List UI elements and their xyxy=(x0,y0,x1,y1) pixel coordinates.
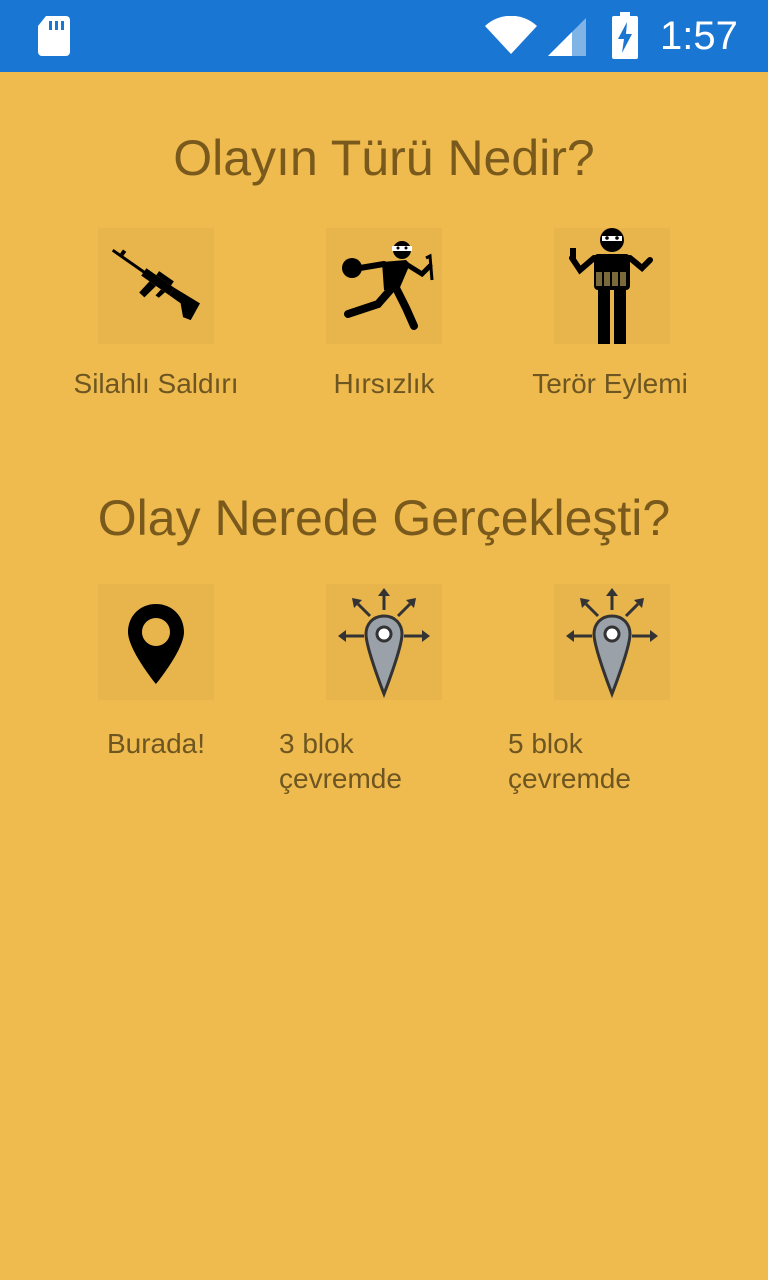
thief-icon xyxy=(342,241,434,330)
armed-attack-button[interactable] xyxy=(98,228,214,344)
location-title: Olay Nerede Gerçekleşti? xyxy=(97,490,671,546)
sd-card-icon xyxy=(38,16,70,56)
rifle-icon xyxy=(111,248,200,321)
status-bar: 1:57 xyxy=(0,0,768,72)
five-blocks-label: 5 blok çevremde xyxy=(508,726,698,796)
signal-icon xyxy=(548,18,586,56)
wifi-icon xyxy=(485,16,537,54)
clock: 1:57 xyxy=(660,14,738,58)
terrorist-icon xyxy=(569,228,653,344)
armed-attack-label: Silahlı Saldırı xyxy=(73,368,239,399)
theft-button[interactable] xyxy=(326,228,442,344)
here-label: Burada! xyxy=(106,728,206,759)
location-pin-icon xyxy=(128,604,184,684)
radius-pin-icon xyxy=(566,588,658,699)
three-blocks-label: 3 blok çevremde xyxy=(279,726,469,796)
terror-act-label: Terör Eylemi xyxy=(532,368,688,399)
three-blocks-label-line2: çevremde xyxy=(279,763,402,794)
incident-type-title: Olayın Türü Nedir? xyxy=(173,130,595,186)
five-blocks-label-line1: 5 blok xyxy=(508,728,583,759)
five-blocks-label-line2: çevremde xyxy=(508,763,631,794)
radius-pin-icon xyxy=(338,588,430,699)
here-button[interactable] xyxy=(98,584,214,700)
five-blocks-button[interactable] xyxy=(554,584,670,700)
theft-label: Hırsızlık xyxy=(333,368,435,399)
terror-act-button[interactable] xyxy=(554,228,670,344)
three-blocks-label-line1: 3 blok xyxy=(279,728,354,759)
battery-charging-icon xyxy=(612,12,638,59)
three-blocks-button[interactable] xyxy=(326,584,442,700)
